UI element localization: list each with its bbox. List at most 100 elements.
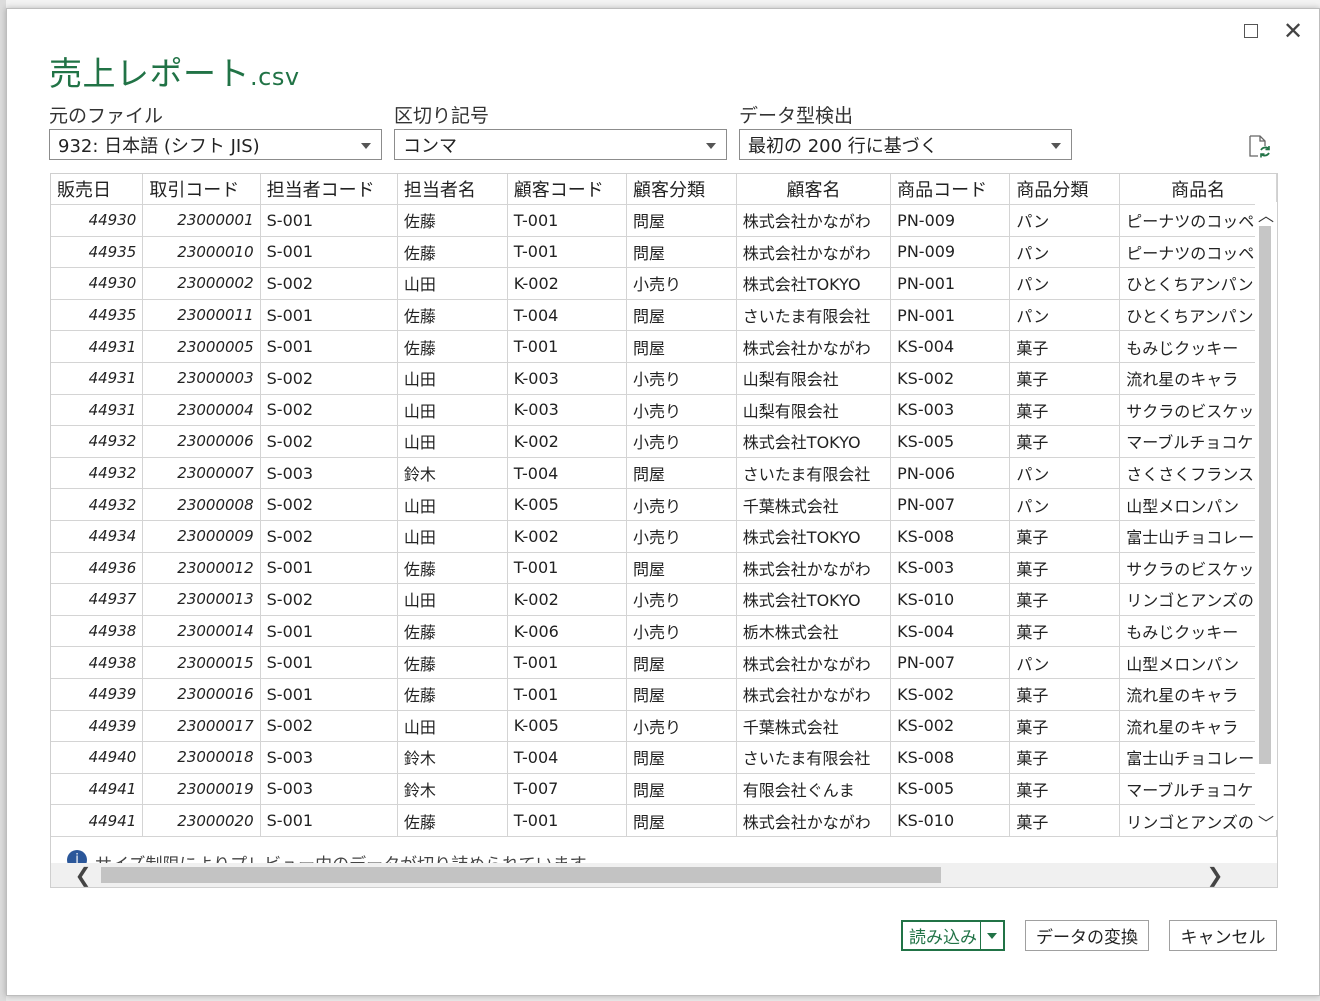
table-cell: KS-010 bbox=[890, 583, 1011, 616]
column-header[interactable]: 顧客分類 bbox=[626, 174, 737, 205]
table-cell: 菓子 bbox=[1009, 425, 1121, 458]
table-cell: 流れ星のキャラ bbox=[1119, 362, 1277, 395]
delimiter-select[interactable]: コンマ bbox=[394, 129, 727, 160]
table-cell: PN-001 bbox=[890, 299, 1011, 332]
table-cell: 44931 bbox=[51, 362, 144, 395]
table-row: 44940 23000018 S-003 鈴木 T-004 問屋 さいたま有限会社 KS-00… bbox=[51, 741, 1277, 774]
table-cell: 23000009 bbox=[142, 520, 261, 553]
table-cell: 44935 bbox=[51, 236, 144, 269]
table-cell: 山型メロンパン bbox=[1119, 646, 1277, 679]
table-row: 44932 23000006 S-002 山田 K-002 小売り 株式会社TOKYO KS-… bbox=[51, 425, 1277, 458]
table-cell: 株式会社TOKYO bbox=[736, 520, 892, 553]
horizontal-scroll-thumb[interactable] bbox=[101, 867, 941, 883]
load-button-label[interactable]: 読み込み bbox=[903, 922, 981, 949]
data-type-detection-select[interactable]: 最初の 200 行に基づく bbox=[739, 129, 1072, 160]
table-cell: KS-008 bbox=[890, 520, 1011, 553]
table-cell: 小売り bbox=[626, 267, 737, 300]
vertical-scrollbar[interactable]: ︿ ﹀ bbox=[1255, 202, 1277, 833]
table-row: 44935 23000010 S-001 佐藤 T-001 問屋 株式会社かながわ PN-00… bbox=[51, 236, 1277, 269]
table-cell: 栃木株式会社 bbox=[736, 615, 892, 648]
table-cell: 23000016 bbox=[142, 678, 261, 711]
cancel-button[interactable]: キャンセル bbox=[1169, 920, 1277, 951]
column-header[interactable]: 商品名 bbox=[1119, 174, 1277, 205]
horizontal-scrollbar[interactable]: ❮ ❯ bbox=[51, 863, 1277, 887]
maximize-icon bbox=[1244, 24, 1258, 38]
table-cell: 山田 bbox=[397, 425, 508, 458]
transform-data-button[interactable]: データの変換 bbox=[1025, 920, 1149, 951]
chevron-left-icon[interactable]: ❮ bbox=[71, 863, 95, 887]
source-file-select[interactable]: 932: 日本語 (シフト JIS) bbox=[49, 129, 382, 160]
table-cell: マーブルチョコケ bbox=[1119, 773, 1277, 806]
chevron-down-icon bbox=[986, 932, 997, 939]
table-cell: 佐藤 bbox=[397, 330, 508, 363]
column-header[interactable]: 販売日 bbox=[51, 174, 144, 205]
table-cell: S-002 bbox=[260, 394, 398, 427]
dialog-title: 売上レポート.csv bbox=[49, 47, 300, 95]
chevron-down-icon[interactable]: ﹀ bbox=[1255, 810, 1277, 833]
table-cell: 小売り bbox=[626, 362, 737, 395]
table-cell: パン bbox=[1009, 646, 1121, 679]
table-cell: 鈴木 bbox=[397, 773, 508, 806]
table-cell: KS-005 bbox=[890, 425, 1011, 458]
table-cell: K-002 bbox=[507, 583, 627, 616]
table-cell: 株式会社かながわ bbox=[736, 804, 892, 837]
column-header[interactable]: 担当者コード bbox=[260, 174, 398, 205]
close-button[interactable]: ✕ bbox=[1279, 17, 1307, 45]
table-cell: 小売り bbox=[626, 425, 737, 458]
chevron-up-icon[interactable]: ︿ bbox=[1255, 202, 1277, 225]
table-cell: 問屋 bbox=[626, 773, 737, 806]
load-options-dropdown[interactable] bbox=[981, 932, 1003, 939]
table-cell: 問屋 bbox=[626, 646, 737, 679]
table-cell: K-005 bbox=[507, 488, 627, 521]
table-cell: 44932 bbox=[51, 425, 144, 458]
table-cell: S-003 bbox=[260, 741, 398, 774]
table-row: 44932 23000008 S-002 山田 K-005 小売り 千葉株式会社 PN-007… bbox=[51, 488, 1277, 521]
table-cell: 問屋 bbox=[626, 552, 737, 585]
table-cell: 佐藤 bbox=[397, 299, 508, 332]
table-cell: 山田 bbox=[397, 488, 508, 521]
table-cell: 44938 bbox=[51, 615, 144, 648]
refresh-preview-button[interactable] bbox=[1247, 134, 1271, 160]
table-cell: 問屋 bbox=[626, 330, 737, 363]
table-cell: 菓子 bbox=[1009, 678, 1121, 711]
table-row: 44941 23000019 S-003 鈴木 T-007 問屋 有限会社ぐんま KS-005… bbox=[51, 773, 1277, 806]
table-cell: S-002 bbox=[260, 583, 398, 616]
table-cell: 株式会社TOKYO bbox=[736, 583, 892, 616]
table-cell: PN-007 bbox=[890, 646, 1011, 679]
column-header[interactable]: 顧客名 bbox=[736, 174, 892, 205]
load-button[interactable]: 読み込み bbox=[901, 920, 1005, 951]
table-cell: KS-008 bbox=[890, 741, 1011, 774]
table-cell: 佐藤 bbox=[397, 615, 508, 648]
table-cell: 44936 bbox=[51, 552, 144, 585]
table-cell: 佐藤 bbox=[397, 236, 508, 269]
table-cell: 44941 bbox=[51, 804, 144, 837]
column-header[interactable]: 商品分類 bbox=[1009, 174, 1121, 205]
table-row: 44936 23000012 S-001 佐藤 T-001 問屋 株式会社かながわ KS-00… bbox=[51, 552, 1277, 585]
table-cell: 小売り bbox=[626, 394, 737, 427]
column-header[interactable]: 取引コード bbox=[142, 174, 261, 205]
column-header[interactable]: 商品コード bbox=[890, 174, 1011, 205]
chevron-down-icon bbox=[1051, 143, 1061, 149]
table-row: 44931 23000004 S-002 山田 K-003 小売り 山梨有限会社 KS-003… bbox=[51, 394, 1277, 427]
table-cell: 菓子 bbox=[1009, 552, 1121, 585]
table-cell: さいたま有限会社 bbox=[736, 741, 892, 774]
table-cell: S-002 bbox=[260, 488, 398, 521]
table-cell: リンゴとアンズの bbox=[1119, 804, 1277, 837]
table-cell: T-001 bbox=[507, 552, 627, 585]
table-cell: パン bbox=[1009, 204, 1121, 237]
table-row: 44939 23000017 S-002 山田 K-005 小売り 千葉株式会社 KS-002… bbox=[51, 710, 1277, 743]
table-cell: K-003 bbox=[507, 362, 627, 395]
table-cell: S-001 bbox=[260, 615, 398, 648]
table-cell: パン bbox=[1009, 299, 1121, 332]
vertical-scroll-thumb[interactable] bbox=[1259, 226, 1271, 764]
table-cell: 23000003 bbox=[142, 362, 261, 395]
delimiter-value: コンマ bbox=[403, 135, 457, 157]
chevron-right-icon[interactable]: ❯ bbox=[1203, 863, 1227, 887]
source-file-value: 932: 日本語 (シフト JIS) bbox=[58, 135, 260, 157]
column-header[interactable]: 担当者名 bbox=[397, 174, 508, 205]
table-cell: 小売り bbox=[626, 583, 737, 616]
table-cell: 問屋 bbox=[626, 804, 737, 837]
table-cell: S-003 bbox=[260, 457, 398, 490]
column-header[interactable]: 顧客コード bbox=[507, 174, 627, 205]
maximize-button[interactable] bbox=[1237, 17, 1265, 45]
